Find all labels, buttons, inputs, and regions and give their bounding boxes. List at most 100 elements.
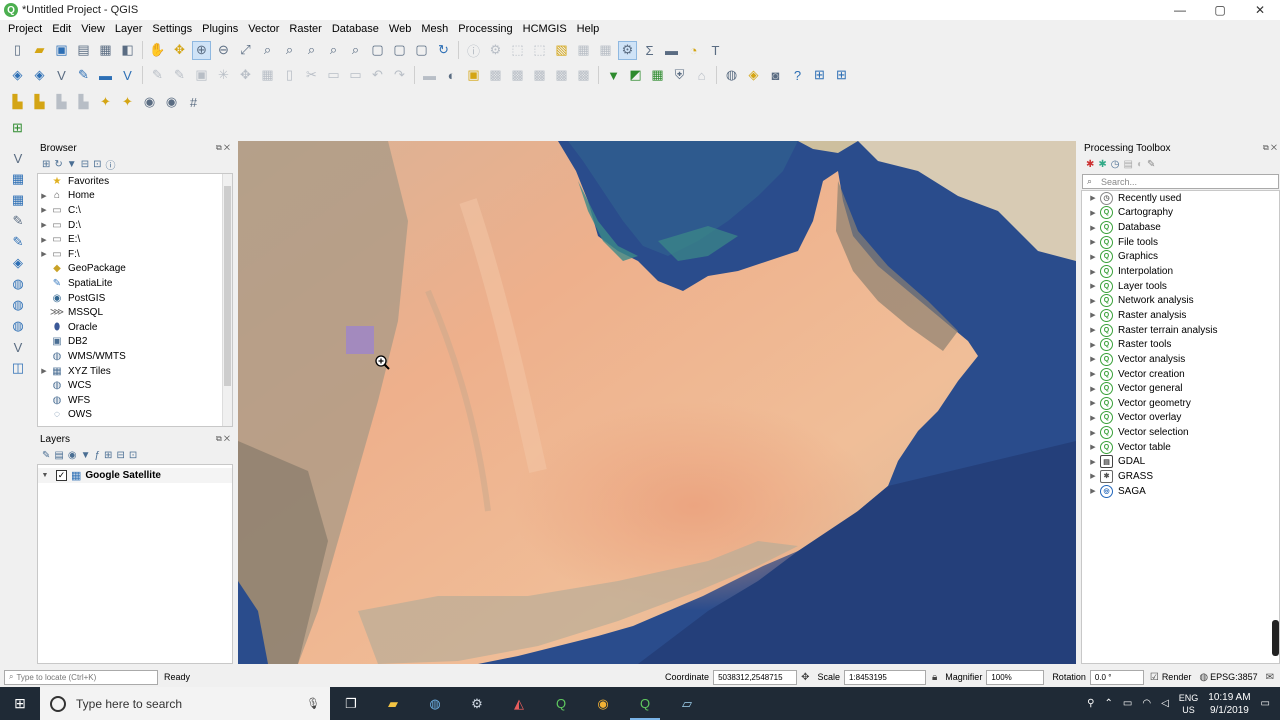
zoom-last-icon[interactable]: ⌕ xyxy=(324,41,343,60)
add-group-icon[interactable]: ▤ xyxy=(54,450,63,461)
battery-icon[interactable]: ▭ xyxy=(1123,698,1132,709)
taskbar-clock[interactable]: 10:19 AM 9/1/2019 xyxy=(1208,691,1250,717)
expand-arrow-icon[interactable]: ▶ xyxy=(1082,311,1100,319)
plugin-shield-icon[interactable]: ⛨ xyxy=(670,66,689,85)
expand-arrow-icon[interactable]: ▶ xyxy=(1082,253,1100,261)
add-layer-icon[interactable]: ◈ xyxy=(30,66,49,85)
browser-item[interactable]: ◍ WFS xyxy=(38,393,232,408)
plugin-export-icon[interactable]: ◩ xyxy=(626,66,645,85)
measure-icon[interactable]: ▬ xyxy=(662,41,681,60)
add-raster-icon[interactable]: ▬ xyxy=(96,66,115,85)
expand-arrow-icon[interactable]: ▶ xyxy=(1082,355,1100,363)
label-change-icon[interactable]: ▩ xyxy=(552,66,571,85)
browser-item[interactable]: ▶ ▭ C:\ xyxy=(38,203,232,218)
tray-chevron-icon[interactable]: ⌃ xyxy=(1104,698,1112,709)
microphone-icon[interactable]: 🎙︎ xyxy=(306,697,320,710)
new-3d-view-icon[interactable]: ▢ xyxy=(390,41,409,60)
toolbox-group[interactable]: ▶ Q Vector selection xyxy=(1082,425,1279,440)
expand-arrow-icon[interactable]: ▶ xyxy=(1082,297,1100,305)
plugin-grid-icon[interactable]: ⊞ xyxy=(810,66,829,85)
menu-layer[interactable]: Layer xyxy=(110,23,148,35)
collapse-all-icon[interactable]: ⊟ xyxy=(81,159,89,170)
models-icon[interactable]: ✱ xyxy=(1086,159,1094,170)
python-console-icon[interactable]: ◈ xyxy=(744,66,763,85)
add-point-icon[interactable]: ✦ xyxy=(96,93,115,112)
remove-layer-icon[interactable]: ⊡ xyxy=(129,450,137,461)
wifi-icon[interactable]: ◠ xyxy=(1142,698,1151,709)
paste-icon[interactable]: ▭ xyxy=(346,66,365,85)
browser-item[interactable]: ▶ ⌂ Home xyxy=(38,189,232,204)
expand-arrow-icon[interactable]: ▶ xyxy=(1082,429,1100,437)
expand-arrow-icon[interactable]: ▶ xyxy=(1082,209,1100,217)
field-calculator-icon[interactable]: ▦ xyxy=(596,41,615,60)
pan-icon[interactable]: ✋ xyxy=(148,41,167,60)
menu-vector[interactable]: Vector xyxy=(243,23,284,35)
zoom-in-icon[interactable]: ⊕ xyxy=(192,40,211,60)
refresh-icon[interactable]: ↻ xyxy=(54,159,62,170)
render-checkbox[interactable]: ☑ xyxy=(1150,672,1159,683)
copy-icon[interactable]: ▭ xyxy=(324,66,343,85)
collapse-arrow-icon[interactable]: ▼ xyxy=(38,472,52,479)
scale-field[interactable]: 1:8453195 xyxy=(843,669,926,685)
close-button[interactable]: ✕ xyxy=(1240,0,1280,20)
pan-to-selection-icon[interactable]: ✥ xyxy=(170,41,189,60)
browser-item[interactable]: ▣ DB2 xyxy=(38,335,232,350)
browser-item[interactable]: ◉ PostGIS xyxy=(38,291,232,306)
delete-icon[interactable]: ▯ xyxy=(280,66,299,85)
maximize-button[interactable]: ▢ xyxy=(1200,0,1240,20)
temporal-icon[interactable]: ▢ xyxy=(412,41,431,60)
expand-arrow-icon[interactable]: ▶ xyxy=(1082,487,1100,495)
browser-item[interactable]: ▶ ▦ XYZ Tiles xyxy=(38,364,232,379)
app-settings-icon[interactable]: ⚙ xyxy=(456,687,498,720)
expand-arrow-icon[interactable]: ▶ xyxy=(1082,282,1100,290)
identify-icon[interactable]: ⓘ xyxy=(464,41,483,60)
expand-arrow-icon[interactable]: ▶ xyxy=(1082,268,1100,276)
expand-arrow-icon[interactable]: ▶ xyxy=(38,221,50,229)
zoom-out-icon[interactable]: ⊖ xyxy=(214,41,233,60)
magnifier-field[interactable]: 100% xyxy=(986,669,1045,685)
chart-dim-icon[interactable]: ▙ xyxy=(52,93,71,112)
help-icon[interactable]: ? xyxy=(788,66,807,85)
zoom-to-layer-icon[interactable]: ⌕ xyxy=(280,41,299,60)
expand-arrow-icon[interactable]: ▶ xyxy=(1082,326,1100,334)
coordinate-field[interactable]: 5038312,2548715 xyxy=(713,669,798,685)
style-icon[interactable]: ✎ xyxy=(42,450,50,461)
toolbox-group[interactable]: ▶ Q Cartography xyxy=(1082,206,1279,221)
toolbox-group[interactable]: ▶ Q Interpolation xyxy=(1082,264,1279,279)
redo-icon[interactable]: ↷ xyxy=(390,66,409,85)
expand-arrow-icon[interactable]: ▶ xyxy=(38,206,50,214)
plugin-table-icon[interactable]: ▦ xyxy=(648,66,667,85)
expand-arrow-icon[interactable]: ▶ xyxy=(1082,414,1100,422)
scroll-handle[interactable] xyxy=(1272,620,1279,656)
expand-arrow-icon[interactable]: ▶ xyxy=(1082,194,1100,202)
browser-item[interactable]: ◌ OWS xyxy=(38,408,232,423)
plugin-home-icon[interactable]: ⌂ xyxy=(692,66,711,85)
history-icon[interactable]: ◷ xyxy=(1111,159,1120,170)
scripts-icon[interactable]: ✱ xyxy=(1098,159,1106,170)
add-wcs-icon[interactable]: ◍ xyxy=(7,296,29,314)
node-icon[interactable]: ◉ xyxy=(140,93,159,112)
expand-arrow-icon[interactable]: ▶ xyxy=(1082,385,1100,393)
volume-icon[interactable]: ◁ xyxy=(1161,698,1169,709)
expand-arrow-icon[interactable]: ▶ xyxy=(1082,443,1100,451)
rotation-field[interactable]: 0.0 ° xyxy=(1089,669,1144,685)
label-icon[interactable]: ▬ xyxy=(420,66,439,85)
menu-web[interactable]: Web xyxy=(384,23,416,35)
people-icon[interactable]: ⚲ xyxy=(1087,698,1094,709)
add-selected-icon[interactable]: ⊞ xyxy=(42,159,50,170)
add-wms-icon[interactable]: V xyxy=(118,66,137,85)
enable-properties-icon[interactable]: ⊡ xyxy=(93,159,101,170)
language-indicator[interactable]: ENG US xyxy=(1179,692,1199,716)
style-manager-icon[interactable]: ◧ xyxy=(118,41,137,60)
browser-item[interactable]: ▶ ▭ E:\ xyxy=(38,232,232,247)
menu-raster[interactable]: Raster xyxy=(284,23,326,35)
extents-toggle-icon[interactable]: ✥ xyxy=(801,672,809,683)
expand-arrow-icon[interactable]: ▶ xyxy=(1082,399,1100,407)
toolbox-group[interactable]: ▶ Q Raster tools xyxy=(1082,337,1279,352)
app-notes-icon[interactable]: ▱ xyxy=(666,687,708,720)
deselect-icon[interactable]: ▧ xyxy=(552,41,571,60)
add-raster-icon[interactable]: ▦ xyxy=(7,170,29,188)
add-point-alt-icon[interactable]: ✦ xyxy=(118,93,137,112)
filter-expression-icon[interactable]: ƒ xyxy=(94,450,100,461)
app-globe-icon[interactable]: ◍ xyxy=(414,687,456,720)
